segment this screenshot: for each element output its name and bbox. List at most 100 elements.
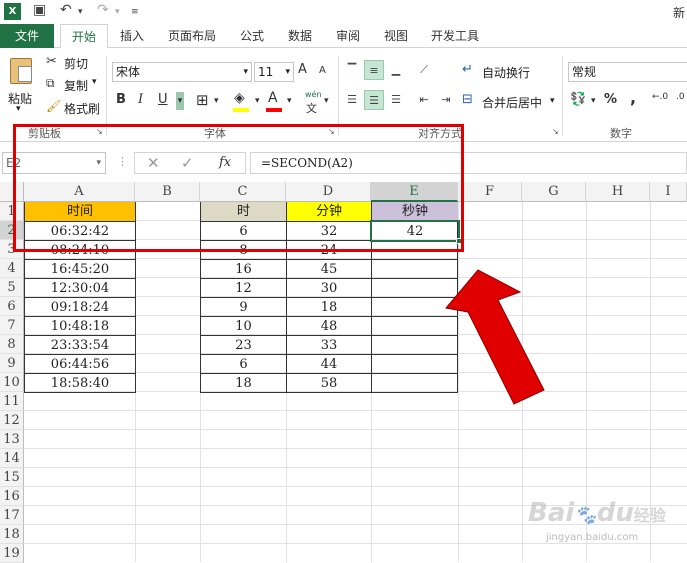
phonetic-dropdown-icon[interactable]: ▾	[324, 96, 329, 106]
phonetic-button[interactable]: wén	[305, 90, 322, 99]
currency-icon[interactable]: 💱	[570, 92, 586, 107]
redo-icon[interactable]: ↷	[97, 2, 109, 18]
increase-decimal-icon[interactable]: ←.0	[652, 92, 668, 102]
merge-dropdown-icon[interactable]: ▾	[550, 96, 555, 106]
paste-doc-icon	[18, 66, 32, 82]
cell-c4[interactable]: 16	[201, 259, 286, 278]
bold-button[interactable]: B	[116, 92, 126, 107]
align-top-icon[interactable]: ▔	[342, 60, 362, 80]
cell-c10[interactable]: 18	[201, 373, 286, 392]
undo-icon[interactable]: ↶	[60, 2, 72, 18]
row-header-15[interactable]: 15	[0, 468, 24, 487]
row-header-4[interactable]: 4	[0, 259, 24, 278]
grow-font-button[interactable]: A	[298, 62, 307, 77]
merge-center-button[interactable]: 合并后居中	[482, 94, 542, 111]
cell-a8[interactable]: 23:33:54	[25, 335, 135, 354]
cell-a10[interactable]: 18:58:40	[25, 373, 135, 392]
borders-dropdown-icon[interactable]: ▾	[214, 96, 219, 106]
number-format-select[interactable]: 常规	[568, 62, 687, 82]
column-header-i[interactable]: I	[650, 182, 687, 202]
cell-d8[interactable]: 33	[287, 335, 371, 354]
copy-button[interactable]: 复制	[64, 77, 88, 94]
cell-d4[interactable]: 45	[287, 259, 371, 278]
orientation-icon[interactable]: ⟋	[414, 60, 434, 80]
font-color-dropdown-icon[interactable]: ▾	[287, 96, 292, 106]
align-bottom-icon[interactable]: ▁	[386, 60, 406, 80]
cell-c9[interactable]: 6	[201, 354, 286, 373]
alignment-launcher-icon[interactable]: ↘	[552, 127, 559, 136]
cut-button[interactable]: 剪切	[64, 55, 88, 72]
font-size-select[interactable]: 11 ▾	[254, 62, 294, 82]
cell-d7[interactable]: 48	[287, 316, 371, 335]
cell-d9[interactable]: 44	[287, 354, 371, 373]
row-header-18[interactable]: 18	[0, 525, 24, 544]
customize-qat-icon[interactable]: ≡	[131, 7, 139, 17]
row-header-11[interactable]: 11	[0, 392, 24, 411]
gridline	[24, 486, 687, 487]
column-header-g[interactable]: G	[522, 182, 586, 202]
align-middle-icon[interactable]: ≡	[364, 60, 384, 80]
copy-dropdown-icon[interactable]: ▾	[92, 77, 97, 87]
fill-color-icon[interactable]: ◈	[234, 90, 245, 106]
cell-a6[interactable]: 09:18:24	[25, 297, 135, 316]
font-color-button[interactable]: A	[268, 90, 278, 106]
align-center-icon[interactable]: ☰	[364, 90, 384, 110]
row-header-6[interactable]: 6	[0, 297, 24, 316]
percent-button[interactable]: %	[604, 92, 617, 107]
row-header-19[interactable]: 19	[0, 544, 24, 563]
column-header-f[interactable]: F	[458, 182, 522, 202]
decrease-decimal-icon[interactable]: .0	[676, 92, 685, 102]
cell-a7[interactable]: 10:48:18	[25, 316, 135, 335]
cell-d10[interactable]: 58	[287, 373, 371, 392]
gridline	[24, 429, 687, 430]
currency-dropdown-icon[interactable]: ▾	[591, 96, 596, 106]
cell-a4[interactable]: 16:45:20	[25, 259, 135, 278]
tab-insert[interactable]: 插入	[112, 24, 152, 48]
borders-icon[interactable]: ⊞	[196, 91, 209, 109]
cell-a9[interactable]: 06:44:56	[25, 354, 135, 373]
column-header-h[interactable]: H	[586, 182, 650, 202]
wrap-text-button[interactable]: 自动换行	[482, 64, 530, 81]
tab-data[interactable]: 数据	[280, 24, 320, 48]
underline-dropdown-icon[interactable]: ▾	[176, 92, 184, 110]
italic-button[interactable]: I	[138, 92, 143, 107]
cell-d5[interactable]: 30	[287, 278, 371, 297]
cell-c5[interactable]: 12	[201, 278, 286, 297]
tab-review[interactable]: 审阅	[328, 24, 368, 48]
save-icon[interactable]: ▣	[33, 2, 46, 18]
underline-button[interactable]: U	[158, 92, 168, 107]
font-name-select[interactable]: 宋体 ▾	[112, 62, 252, 82]
increase-indent-icon[interactable]: ⇥	[436, 90, 456, 110]
row-header-14[interactable]: 14	[0, 449, 24, 468]
tab-view[interactable]: 视图	[376, 24, 416, 48]
cell-a5[interactable]: 12:30:04	[25, 278, 135, 297]
format-painter-button[interactable]: 格式刷	[64, 100, 100, 117]
decrease-indent-icon[interactable]: ⇤	[414, 90, 434, 110]
row-header-9[interactable]: 9	[0, 354, 24, 373]
comma-button[interactable]: ,	[630, 88, 636, 107]
undo-dropdown-icon[interactable]: ▾	[78, 7, 83, 17]
tab-page-layout[interactable]: 页面布局	[160, 24, 224, 48]
fill-color-dropdown-icon[interactable]: ▾	[255, 96, 260, 106]
row-header-8[interactable]: 8	[0, 335, 24, 354]
row-header-13[interactable]: 13	[0, 430, 24, 449]
cell-d6[interactable]: 18	[287, 297, 371, 316]
row-header-7[interactable]: 7	[0, 316, 24, 335]
row-header-10[interactable]: 10	[0, 373, 24, 392]
row-header-5[interactable]: 5	[0, 278, 24, 297]
cell-c8[interactable]: 23	[201, 335, 286, 354]
redo-dropdown-icon[interactable]: ▾	[115, 7, 120, 17]
row-header-16[interactable]: 16	[0, 487, 24, 506]
tab-file[interactable]: 文件	[0, 24, 54, 48]
shrink-font-button[interactable]: A	[319, 65, 326, 76]
row-header-17[interactable]: 17	[0, 506, 24, 525]
align-left-icon[interactable]: ☰	[342, 90, 362, 110]
tab-home[interactable]: 开始	[60, 24, 108, 49]
cell-c7[interactable]: 10	[201, 316, 286, 335]
cell-c6[interactable]: 9	[201, 297, 286, 316]
row-header-12[interactable]: 12	[0, 411, 24, 430]
tab-formulas[interactable]: 公式	[232, 24, 272, 48]
align-right-icon[interactable]: ☰	[386, 90, 406, 110]
tab-developer[interactable]: 开发工具	[424, 24, 486, 48]
paste-button[interactable]: 粘贴 ▾	[4, 54, 38, 114]
